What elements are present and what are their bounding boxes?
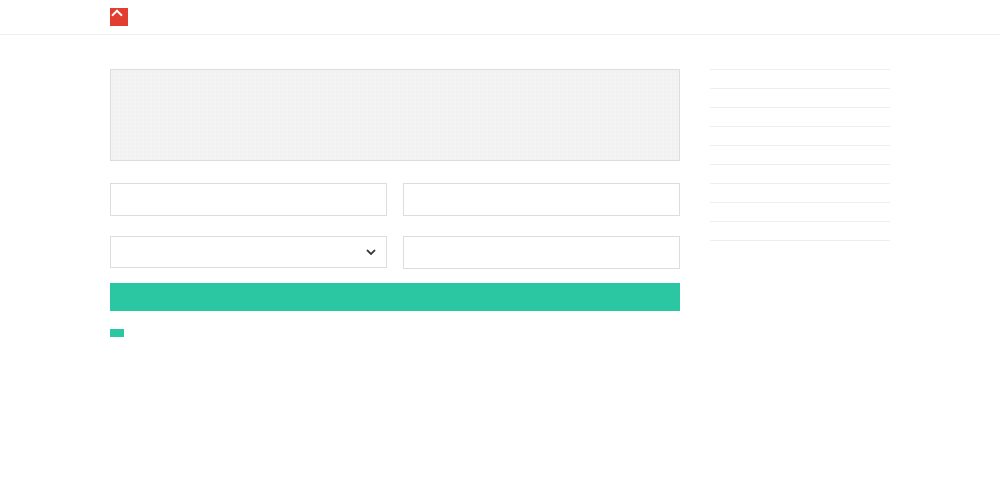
format-select[interactable] bbox=[110, 236, 387, 268]
sidebar-item[interactable] bbox=[710, 127, 890, 146]
sidebar-item[interactable] bbox=[710, 108, 890, 127]
sidebar-item[interactable] bbox=[710, 222, 890, 241]
maxsize-input[interactable] bbox=[403, 183, 680, 216]
sidebar-item[interactable] bbox=[710, 89, 890, 108]
maxwh-input[interactable] bbox=[403, 236, 680, 269]
sidebar-item[interactable] bbox=[710, 146, 890, 165]
sidebar bbox=[710, 51, 890, 337]
sidebar-item[interactable] bbox=[710, 165, 890, 184]
sidebar-item[interactable] bbox=[710, 184, 890, 203]
quality-input[interactable] bbox=[110, 183, 387, 216]
logo[interactable] bbox=[110, 8, 130, 26]
sidebar-item[interactable] bbox=[710, 203, 890, 222]
dropzone[interactable] bbox=[110, 69, 680, 161]
compress-button[interactable] bbox=[110, 283, 680, 311]
sidebar-item[interactable] bbox=[710, 51, 890, 70]
reset-button[interactable] bbox=[110, 329, 124, 337]
sidebar-item[interactable] bbox=[710, 70, 890, 89]
arrow-up-icon bbox=[110, 8, 128, 26]
